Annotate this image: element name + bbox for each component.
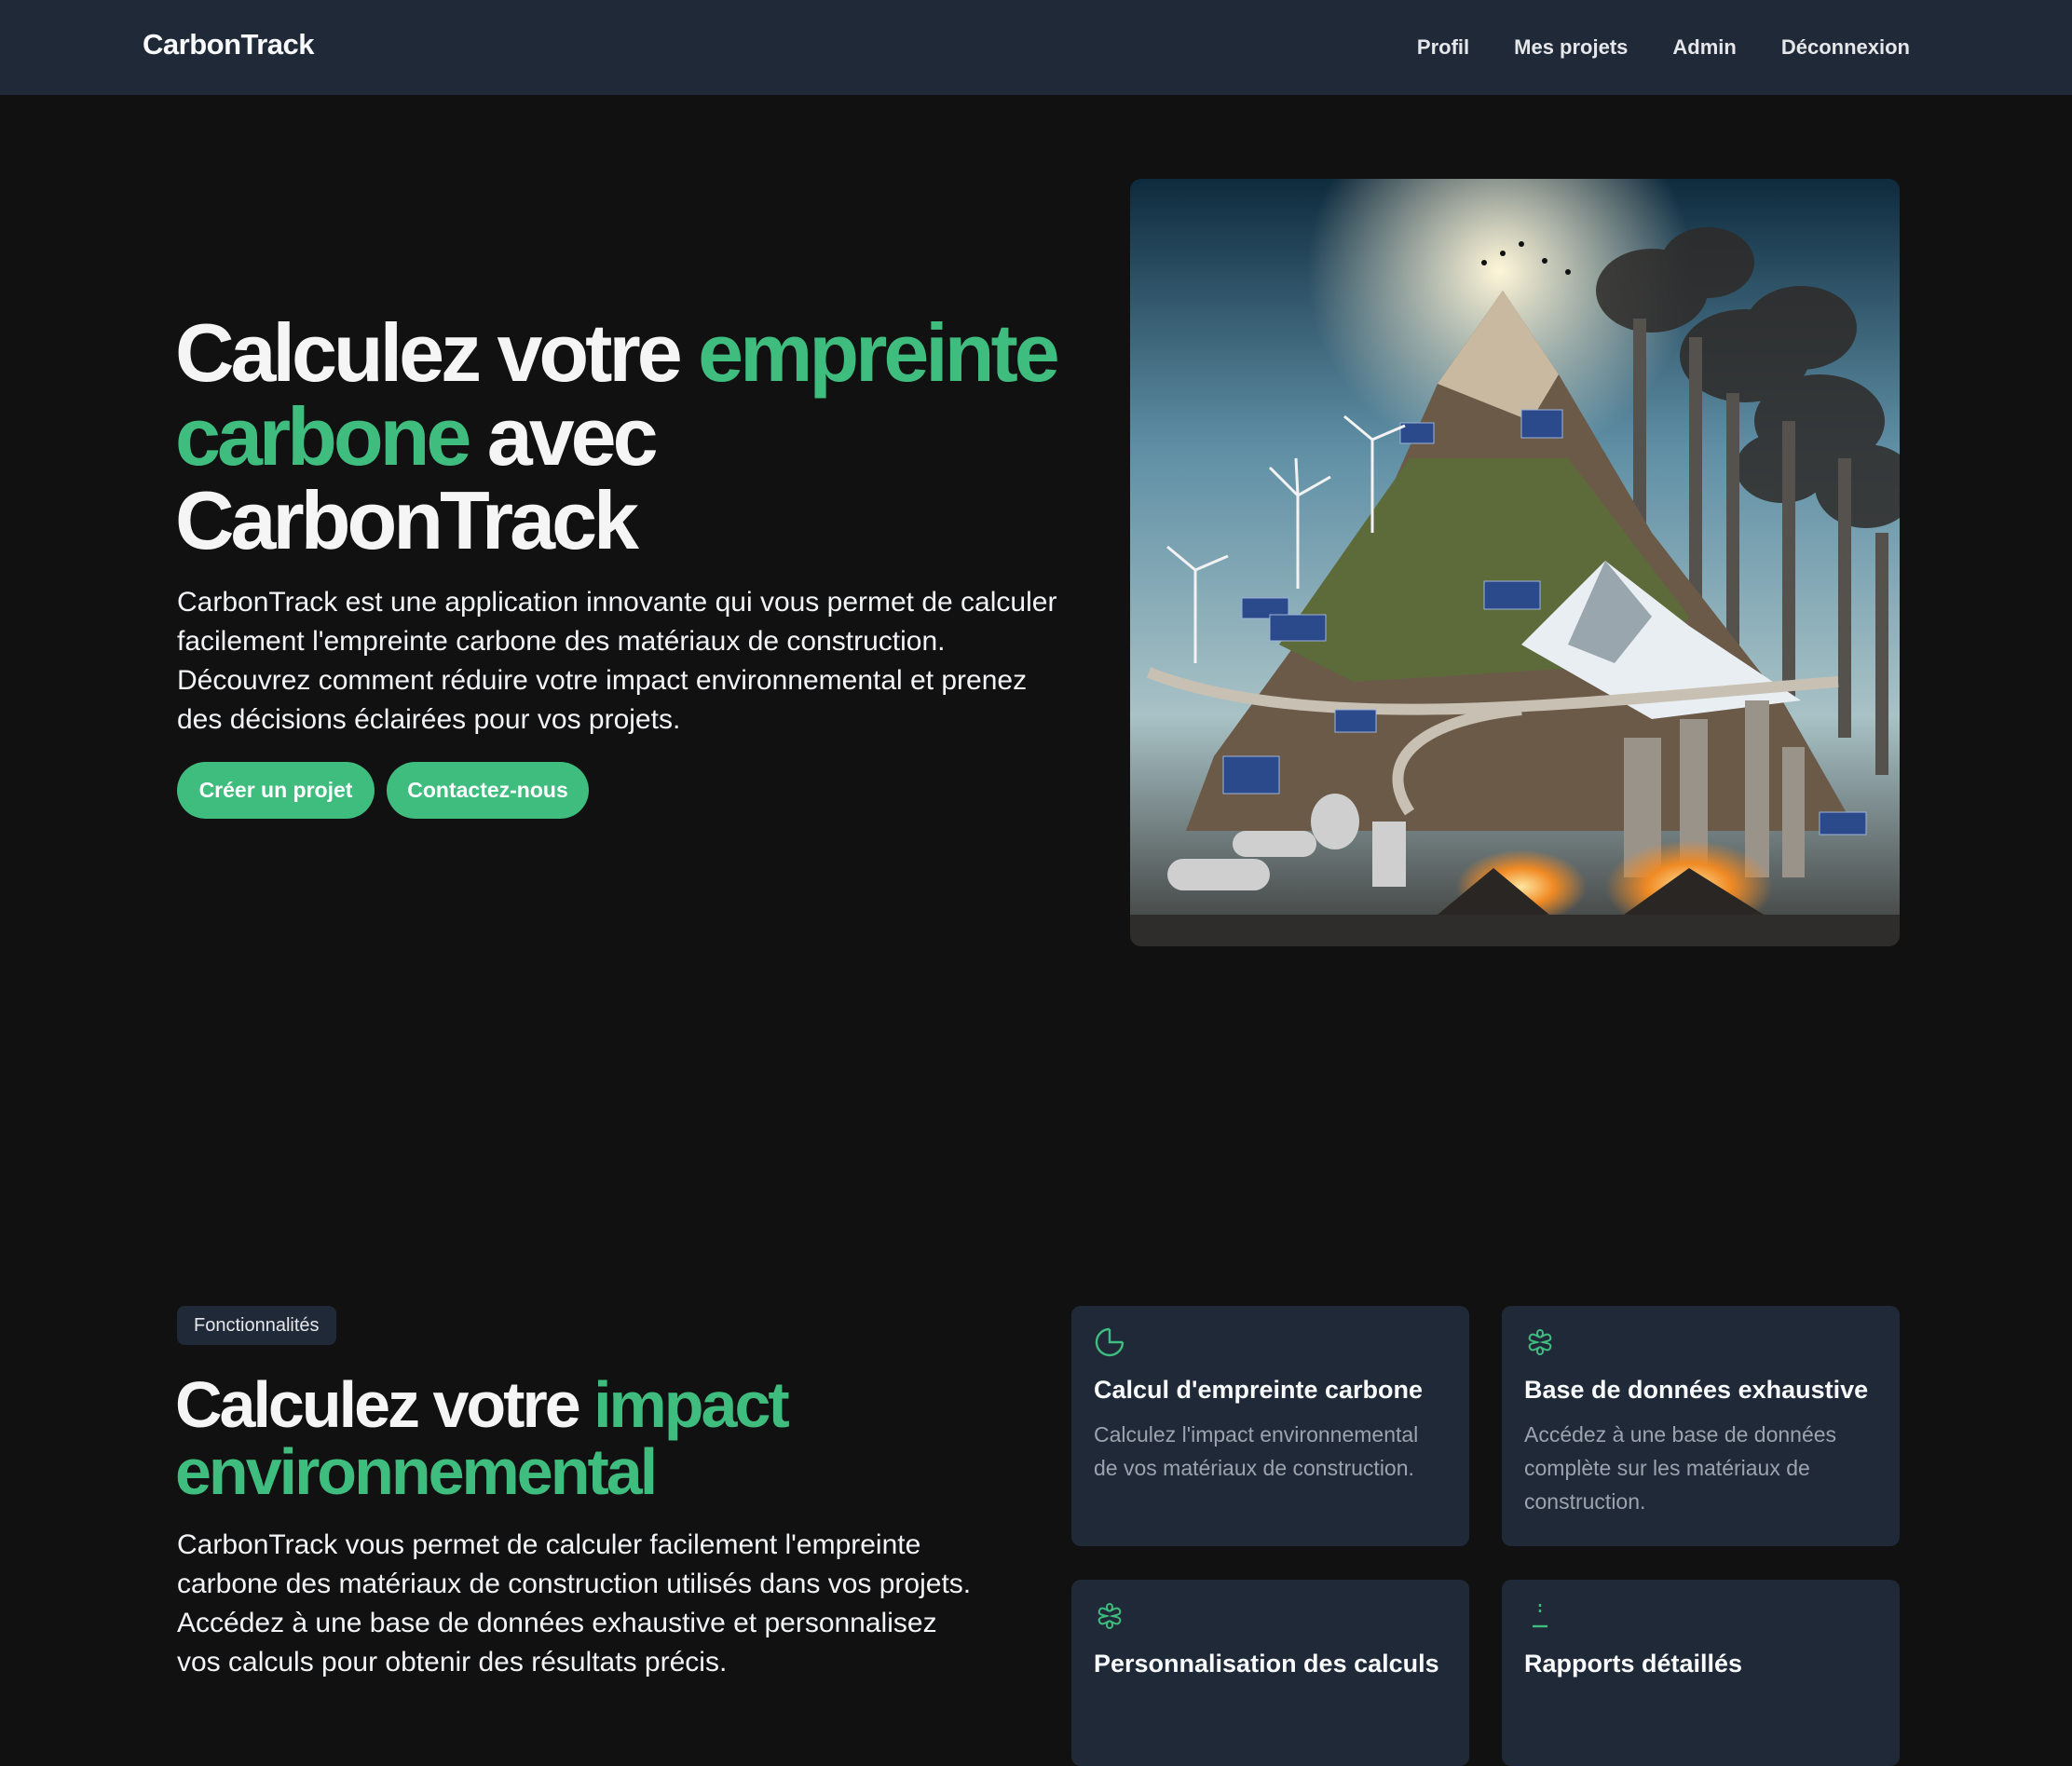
nav-link-profil[interactable]: Profil bbox=[1417, 35, 1469, 60]
feature-card-reports: Rapports détaillés bbox=[1502, 1580, 1900, 1766]
feature-card-title: Calcul d'empreinte carbone bbox=[1094, 1376, 1424, 1404]
pie-chart-icon bbox=[1095, 1327, 1125, 1357]
nav-links: Profil Mes projets Admin Déconnexion bbox=[1417, 35, 1910, 60]
create-project-button[interactable]: Créer un projet bbox=[177, 762, 375, 819]
nav-link-admin[interactable]: Admin bbox=[1672, 35, 1736, 60]
hero-description: CarbonTrack est une application innovant… bbox=[177, 587, 1057, 735]
brand-logo[interactable]: CarbonTrack bbox=[143, 28, 315, 61]
contact-button[interactable]: Contactez-nous bbox=[387, 762, 589, 819]
features-description: CarbonTrack vous permet de calculer faci… bbox=[177, 1529, 972, 1678]
hero-title: Calculez votre empreinte carbone avec Ca… bbox=[175, 311, 1107, 563]
features-badge: Fonctionnalités bbox=[177, 1306, 336, 1345]
feature-card-title: Personnalisation des calculs bbox=[1094, 1650, 1439, 1678]
nav-link-mes-projets[interactable]: Mes projets bbox=[1514, 35, 1628, 60]
feature-card-database: Base de données exhaustive Accédez à une… bbox=[1502, 1306, 1900, 1546]
hero-image bbox=[1130, 179, 1900, 946]
feature-card-text: Accédez à une base de données complète s… bbox=[1524, 1422, 1837, 1514]
feature-card-text: Calculez l'impact environnemental de vos… bbox=[1094, 1422, 1419, 1480]
navbar: CarbonTrack Profil Mes projets Admin Déc… bbox=[0, 0, 2072, 95]
report-icon bbox=[1533, 1604, 1547, 1628]
feature-card-carbon-calc: Calcul d'empreinte carbone Calculez l'im… bbox=[1071, 1306, 1469, 1546]
nav-link-deconnexion[interactable]: Déconnexion bbox=[1781, 35, 1910, 60]
feature-card-title: Rapports détaillés bbox=[1524, 1650, 1743, 1678]
features-title: Calculez votre impact environnemental bbox=[175, 1371, 1014, 1505]
hero-title-part1: Calculez votre bbox=[175, 306, 699, 399]
features-title-part1: Calculez votre bbox=[175, 1368, 594, 1441]
feature-card-customization: Personnalisation des calculs bbox=[1071, 1580, 1469, 1766]
flower-icon bbox=[1097, 1602, 1122, 1630]
feature-card-title: Base de données exhaustive bbox=[1524, 1376, 1869, 1404]
flower-icon bbox=[1528, 1328, 1552, 1356]
